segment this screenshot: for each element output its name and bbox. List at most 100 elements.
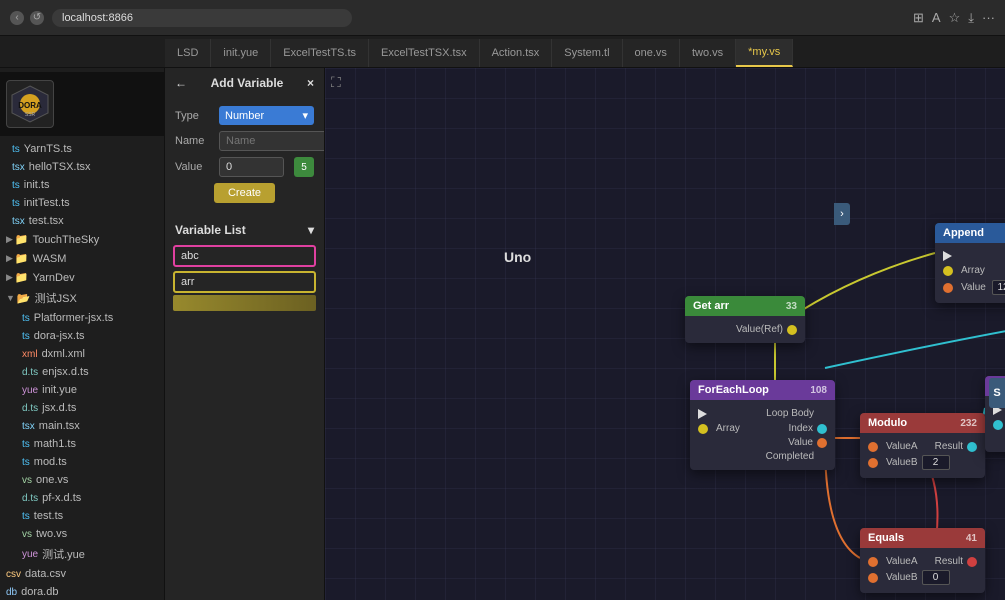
- sidebar-item-label: two.vs: [36, 528, 67, 540]
- port-result[interactable]: [967, 442, 977, 452]
- sidebar-item-wasm[interactable]: ▶ 📁 WASM: [0, 249, 164, 268]
- port-exec3[interactable]: [698, 409, 707, 419]
- value-confirm-btn[interactable]: 5: [294, 157, 314, 177]
- d-ts-icon: d.ts: [22, 367, 38, 378]
- more-icon[interactable]: ···: [982, 10, 995, 26]
- value-input[interactable]: [219, 157, 284, 177]
- tab-one-vs[interactable]: one.vs: [623, 39, 680, 67]
- tsx-icon3: tsx: [22, 421, 35, 432]
- tab-my-vs[interactable]: *my.vs: [736, 39, 793, 67]
- connections-svg: [325, 68, 1005, 600]
- sidebar-item-math1[interactable]: ts math1.ts: [0, 435, 164, 453]
- var-list-collapse[interactable]: ▾: [308, 223, 314, 237]
- sidebar-item-one-vs[interactable]: vs one.vs: [0, 471, 164, 489]
- variable-arr: [173, 271, 316, 311]
- sidebar-item-label: Platformer-jsx.ts: [34, 312, 113, 324]
- tab-excel-ts[interactable]: ExcelTestTS.ts: [271, 39, 369, 67]
- chevron-down-icon: ▾: [302, 109, 308, 122]
- port-result2[interactable]: [967, 557, 977, 567]
- tab-system[interactable]: System.tl: [552, 39, 622, 67]
- sidebar-item-jsx-d-ts[interactable]: d.ts jsx.d.ts: [0, 399, 164, 417]
- node-header-get-arr: Get arr 33: [685, 296, 805, 316]
- sidebar-item-test-ts[interactable]: ts test.ts: [0, 507, 164, 525]
- grid-icon[interactable]: ⊞: [913, 10, 924, 26]
- sidebar-item-yarn-dev[interactable]: ▶ 📁 YarnDev: [0, 268, 164, 287]
- canvas[interactable]: ⛶ Get arr: [325, 68, 1005, 600]
- port-value-a2[interactable]: [868, 557, 878, 567]
- browser-controls: ‹ ↺: [10, 11, 44, 25]
- download-icon[interactable]: ⤓: [968, 10, 974, 26]
- node-body-append: Array Array(Ref) Value 123: [935, 243, 1005, 303]
- sidebar-item-label: one.vs: [36, 474, 68, 486]
- var-abc-input[interactable]: [173, 245, 316, 267]
- sidebar-item-label: YarnTS.ts: [24, 143, 72, 155]
- sidebar-item-touch-sky[interactable]: ▶ 📁 TouchTheSky: [0, 230, 164, 249]
- var-list-title: Variable List: [175, 223, 246, 237]
- sidebar-item-two-vs[interactable]: vs two.vs: [0, 525, 164, 543]
- sidebar-item-dxml[interactable]: xml dxml.xml: [0, 345, 164, 363]
- create-button[interactable]: Create: [214, 183, 275, 203]
- port-value-out[interactable]: [817, 438, 827, 448]
- sidebar-item-pf-x[interactable]: d.ts pf-x.d.ts: [0, 489, 164, 507]
- folder-arrow: ▶: [6, 234, 13, 245]
- tab-two-vs[interactable]: two.vs: [680, 39, 736, 67]
- sidebar-item-test-yue[interactable]: yue 测试.yue: [0, 543, 164, 565]
- port-array-in[interactable]: [943, 266, 953, 276]
- tab-excel-tsx[interactable]: ExcelTestTSX.tsx: [369, 39, 480, 67]
- check-icon: 5: [301, 162, 307, 173]
- node-get-arr[interactable]: Get arr 33 Value(Ref): [685, 296, 805, 343]
- sidebar-item-label: helloTSX.tsx: [29, 161, 91, 173]
- s-label: S: [993, 387, 1000, 399]
- text-icon[interactable]: A: [932, 10, 941, 26]
- node-for-each[interactable]: ForEachLoop 108 Loop Body Array: [690, 380, 835, 470]
- sidebar-item-init-yue[interactable]: yue init.yue: [0, 381, 164, 399]
- panel-arrow-left[interactable]: ←: [175, 76, 187, 90]
- node-row-value-b2: ValueB 0: [868, 570, 977, 585]
- vs-icon: vs: [22, 475, 32, 486]
- back-button[interactable]: ‹: [10, 11, 24, 25]
- var-arr-input[interactable]: [173, 271, 316, 293]
- port-value[interactable]: [943, 283, 953, 293]
- node-equals[interactable]: Equals 41 ValueA Result ValueB: [860, 528, 985, 593]
- panel-close-icon[interactable]: ×: [307, 76, 314, 90]
- port-bool[interactable]: [993, 420, 1003, 430]
- tab-init-yue[interactable]: init.yue: [211, 39, 271, 67]
- sidebar-item-dora-jsx[interactable]: ts dora-jsx.ts: [0, 327, 164, 345]
- star-icon[interactable]: ☆: [949, 10, 961, 26]
- sidebar-item-main-tsx[interactable]: tsx main.tsx: [0, 417, 164, 435]
- sidebar-item-yarn-ts[interactable]: ts YarnTS.ts: [0, 140, 164, 158]
- tab-action[interactable]: Action.tsx: [480, 39, 553, 67]
- tab-lsd[interactable]: LSD: [165, 39, 211, 67]
- refresh-button[interactable]: ↺: [30, 11, 44, 25]
- folder-arrow4: ▼: [6, 293, 15, 303]
- expand-icon[interactable]: ⛶: [331, 74, 341, 91]
- port-value-ref[interactable]: [787, 325, 797, 335]
- node-row-exec-in: [943, 251, 1005, 261]
- sidebar-item-enjsx[interactable]: d.ts enjsx.d.ts: [0, 363, 164, 381]
- d-ts-icon2: d.ts: [22, 403, 38, 414]
- sidebar-item-label: initTest.ts: [24, 197, 70, 209]
- sidebar-item-dora-db[interactable]: db dora.db: [0, 583, 164, 600]
- sidebar-item-init-test[interactable]: ts initTest.ts: [0, 194, 164, 212]
- type-select[interactable]: Number ▾: [219, 106, 314, 125]
- sidebar-item-test-jsx[interactable]: ▼ 📂 测试JSX: [0, 287, 164, 309]
- node-append[interactable]: Append 171 Array Array(Ref): [935, 223, 1005, 303]
- sidebar-item-data-csv[interactable]: csv data.csv: [0, 565, 164, 583]
- url-bar[interactable]: localhost:8866: [52, 9, 352, 27]
- ts-icon4: ts: [22, 313, 30, 324]
- port-value-a[interactable]: [868, 442, 878, 452]
- sidebar-item-test-tsx[interactable]: tsx test.tsx: [0, 212, 164, 230]
- port-value-b2[interactable]: [868, 573, 878, 583]
- sidebar-item-platformer[interactable]: ts Platformer-jsx.ts: [0, 309, 164, 327]
- name-input[interactable]: [219, 131, 325, 151]
- node-modulo[interactable]: Modulo 232 ValueA Result ValueB: [860, 413, 985, 478]
- port-value-b[interactable]: [868, 458, 878, 468]
- sidebar-item-hello-tsx[interactable]: tsx helloTSX.tsx: [0, 158, 164, 176]
- port-exec-in[interactable]: [943, 251, 952, 261]
- type-value: Number: [225, 110, 264, 122]
- port-index-out[interactable]: [817, 424, 827, 434]
- sidebar-item-mod[interactable]: ts mod.ts: [0, 453, 164, 471]
- port-array3[interactable]: [698, 424, 708, 434]
- sidebar-item-init-ts[interactable]: ts init.ts: [0, 176, 164, 194]
- xml-icon: xml: [22, 349, 38, 360]
